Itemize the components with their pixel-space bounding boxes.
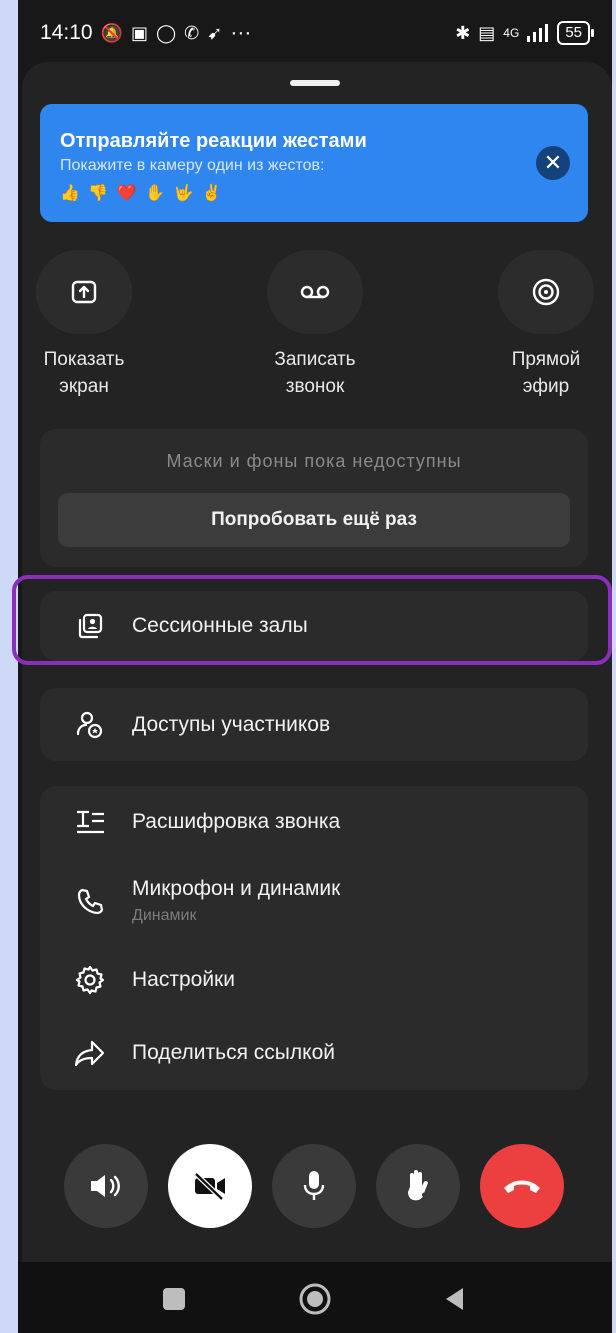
battery-indicator: 55 — [557, 21, 594, 45]
transcription-label: Расшифровка звонка — [132, 810, 341, 833]
broadcast-label-1: Прямой — [511, 349, 581, 370]
sheet-handle[interactable] — [290, 80, 340, 86]
gesture-reactions-banner: Отправляйте реакции жестами Покажите в к… — [40, 104, 588, 222]
participant-access-label: Доступы участников — [132, 712, 331, 736]
participant-access-icon — [40, 710, 116, 740]
record-label-2: звонок — [285, 376, 345, 397]
volte-icon: ▤ — [478, 23, 496, 43]
broadcast-icon[interactable] — [498, 250, 594, 334]
gesture-emojis: 👍 👎 ❤️ ✋ 🤟 ✌️ — [60, 185, 224, 202]
camera-toggle-button[interactable] — [168, 1144, 252, 1228]
signal-icon — [527, 24, 549, 42]
camera-off-icon — [194, 1172, 225, 1201]
whatsapp-icon: ◯ — [156, 23, 177, 43]
recent-apps-button[interactable] — [163, 1288, 185, 1310]
share-screen-button[interactable]: Показать экран — [18, 250, 164, 400]
banner-title: Отправляйте реакции жестами — [60, 130, 367, 152]
masks-unavailable-card: Маски и фоны пока недоступны Попробовать… — [40, 429, 588, 567]
speaker-button[interactable] — [64, 1144, 148, 1228]
live-broadcast-button[interactable]: Прямой эфир — [466, 250, 612, 400]
call-icon: ✆ — [184, 23, 200, 43]
share-link-label: Поделиться ссылкой — [132, 1041, 335, 1064]
participant-access-item[interactable]: Доступы участников — [40, 688, 588, 761]
microphone-speaker-item[interactable]: Микрофон и динамик Динамик — [40, 858, 588, 944]
square-icon — [163, 1288, 185, 1310]
close-icon[interactable]: ✕ — [536, 146, 570, 180]
share-screen-label-2: экран — [59, 376, 109, 397]
microphone-button[interactable] — [272, 1144, 356, 1228]
settings-item[interactable]: Настройки — [40, 944, 588, 1016]
status-bar: 14:10 🔕 ▣ ◯ ✆ ➹ ··· ✱ ▤ 4G 55 — [18, 0, 612, 66]
back-button[interactable] — [443, 1286, 465, 1312]
notification-icon: ➹ — [207, 23, 223, 43]
muted-icon: 🔕 — [100, 23, 123, 43]
share-arrow-icon — [40, 1039, 116, 1067]
call-options-group: Расшифровка звонка Микрофон и динамик Ди… — [40, 786, 588, 1090]
phone-screen: 14:10 🔕 ▣ ◯ ✆ ➹ ··· ✱ ▤ 4G 55 Отправляйт… — [18, 0, 612, 1333]
home-circle-icon — [299, 1283, 331, 1315]
gear-icon — [40, 965, 116, 995]
raise-hand-button[interactable] — [376, 1144, 460, 1228]
system-navigation-bar — [18, 1262, 612, 1333]
transcription-icon — [40, 809, 116, 835]
end-call-icon — [504, 1180, 540, 1193]
phone-icon — [40, 887, 116, 915]
microphone-icon — [303, 1171, 325, 1200]
record-icon[interactable] — [267, 250, 363, 334]
highlight-frame — [12, 575, 612, 665]
bluetooth-icon: ✱ — [455, 23, 471, 43]
speaker-icon — [91, 1175, 120, 1197]
raise-hand-icon — [408, 1170, 431, 1201]
share-screen-label-1: Показать — [43, 349, 125, 370]
back-triangle-icon — [446, 1288, 463, 1310]
status-time: 14:10 — [40, 21, 93, 44]
share-link-item[interactable]: Поделиться ссылкой — [40, 1016, 588, 1090]
banner-subtitle: Покажите в камеру один из жестов: — [60, 157, 325, 174]
masks-unavailable-text: Маски и фоны пока недоступны — [166, 451, 462, 471]
transcription-item[interactable]: Расшифровка звонка — [40, 786, 588, 858]
microphone-speaker-label: Микрофон и динамик — [132, 877, 341, 900]
share-screen-icon[interactable] — [36, 250, 132, 334]
retry-button[interactable]: Попробовать ещё раз — [58, 493, 570, 547]
broadcast-label-2: эфир — [522, 376, 570, 397]
settings-label: Настройки — [132, 968, 235, 991]
audio-output-sublabel: Динамик — [132, 907, 197, 924]
home-button[interactable] — [298, 1282, 332, 1316]
network-type: 4G — [503, 26, 520, 40]
record-label-1: Записать — [274, 349, 356, 370]
record-call-button[interactable]: Записать звонок — [235, 250, 395, 400]
more-notifications-icon: ··· — [230, 21, 252, 44]
end-call-button[interactable] — [480, 1144, 564, 1228]
nfc-icon: ▣ — [130, 23, 148, 43]
